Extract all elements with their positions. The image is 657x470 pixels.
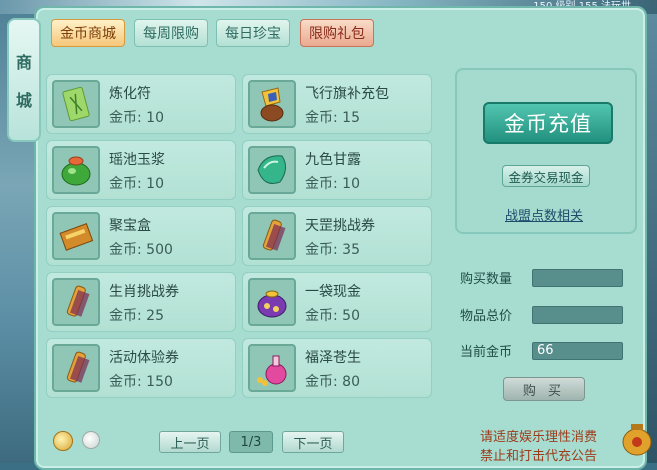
item-price: 金币: 150: [109, 374, 173, 390]
jade-potion-icon: [52, 146, 100, 194]
treasure-box-icon: [52, 212, 100, 260]
item-name: 九色甘露: [305, 152, 361, 168]
item-price: 金币: 10: [305, 176, 360, 192]
exchange-cash-button[interactable]: 金券交易现金: [502, 165, 590, 187]
money-bag-icon: [248, 278, 296, 326]
item-name: 飞行旗补充包: [305, 86, 389, 102]
total-price-label: 物品总价: [460, 309, 513, 324]
toggle-dot-icon[interactable]: [82, 431, 100, 449]
side-tab-char-1: 商: [15, 53, 32, 72]
total-price-field: [532, 306, 623, 324]
item-name: 生肖挑战券: [109, 284, 179, 300]
item-price: 金币: 80: [305, 374, 360, 390]
current-gold-field: 66: [532, 342, 623, 360]
recharge-button[interactable]: 金币充值: [483, 102, 613, 144]
zoom-icon[interactable]: [53, 431, 73, 451]
tab-weekly-limited[interactable]: 每周限购: [134, 19, 208, 47]
item-price: 金币: 35: [305, 242, 360, 258]
page-indicator: 1/3: [229, 431, 273, 453]
item-name: 福泽苍生: [305, 350, 361, 366]
item-grid: 炼化符 金币: 10 飞行旗补充包 金币: 15 瑶池玉浆 金币: 10 九色甘…: [46, 74, 436, 404]
shop-item[interactable]: 生肖挑战券 金币: 25: [46, 272, 236, 332]
flag-pack-icon: [248, 80, 296, 128]
shop-item[interactable]: 聚宝盒 金币: 500: [46, 206, 236, 266]
guild-points-link[interactable]: 战盟点数相关: [505, 205, 583, 224]
current-gold-label: 当前金币: [460, 345, 513, 360]
shop-item[interactable]: 飞行旗补充包 金币: 15: [242, 74, 432, 134]
blessing-bottle-icon: [248, 344, 296, 392]
shop-item[interactable]: 福泽苍生 金币: 80: [242, 338, 432, 398]
tab-daily-treasure[interactable]: 每日珍宝: [216, 19, 290, 47]
shop-side-tab: 商 城: [7, 18, 41, 142]
quantity-label: 购买数量: [460, 272, 513, 287]
talisman-icon: [52, 80, 100, 128]
item-name: 活动体验券: [109, 350, 179, 366]
prev-page-button[interactable]: 上一页: [159, 431, 221, 453]
item-name: 一袋现金: [305, 284, 361, 300]
item-name: 瑶池玉浆: [109, 152, 165, 168]
shop-item[interactable]: 天罡挑战券 金币: 35: [242, 206, 432, 266]
item-name: 炼化符: [109, 86, 151, 102]
shop-item[interactable]: 九色甘露 金币: 10: [242, 140, 432, 200]
dew-crystal-icon: [248, 146, 296, 194]
buy-button[interactable]: 购 买: [503, 377, 585, 401]
tab-limited-gift[interactable]: 限购礼包: [300, 19, 374, 47]
item-price: 金币: 50: [305, 308, 360, 324]
lantern-icon: [620, 422, 654, 458]
shop-item[interactable]: 一袋现金 金币: 50: [242, 272, 432, 332]
shop-item[interactable]: 活动体验券 金币: 150: [46, 338, 236, 398]
item-price: 金币: 10: [109, 176, 164, 192]
item-name: 天罡挑战券: [305, 218, 375, 234]
item-price: 金币: 500: [109, 242, 173, 258]
scroll-icon: [52, 278, 100, 326]
scroll-icon: [248, 212, 296, 260]
shop-item[interactable]: 炼化符 金币: 10: [46, 74, 236, 134]
shop-item[interactable]: 瑶池玉浆 金币: 10: [46, 140, 236, 200]
next-page-button[interactable]: 下一页: [282, 431, 344, 453]
item-price: 金币: 15: [305, 110, 360, 126]
item-price: 金币: 25: [109, 308, 164, 324]
notice-line-1[interactable]: 请适度娱乐理性消费: [480, 426, 597, 445]
quantity-field[interactable]: [532, 269, 623, 287]
notice-line-2[interactable]: 禁止和打击代充公告: [480, 445, 597, 464]
item-name: 聚宝盒: [109, 218, 151, 234]
tab-gold-shop[interactable]: 金币商城: [51, 19, 125, 47]
side-tab-char-2: 城: [15, 91, 32, 110]
item-price: 金币: 10: [109, 110, 164, 126]
scroll-icon: [52, 344, 100, 392]
